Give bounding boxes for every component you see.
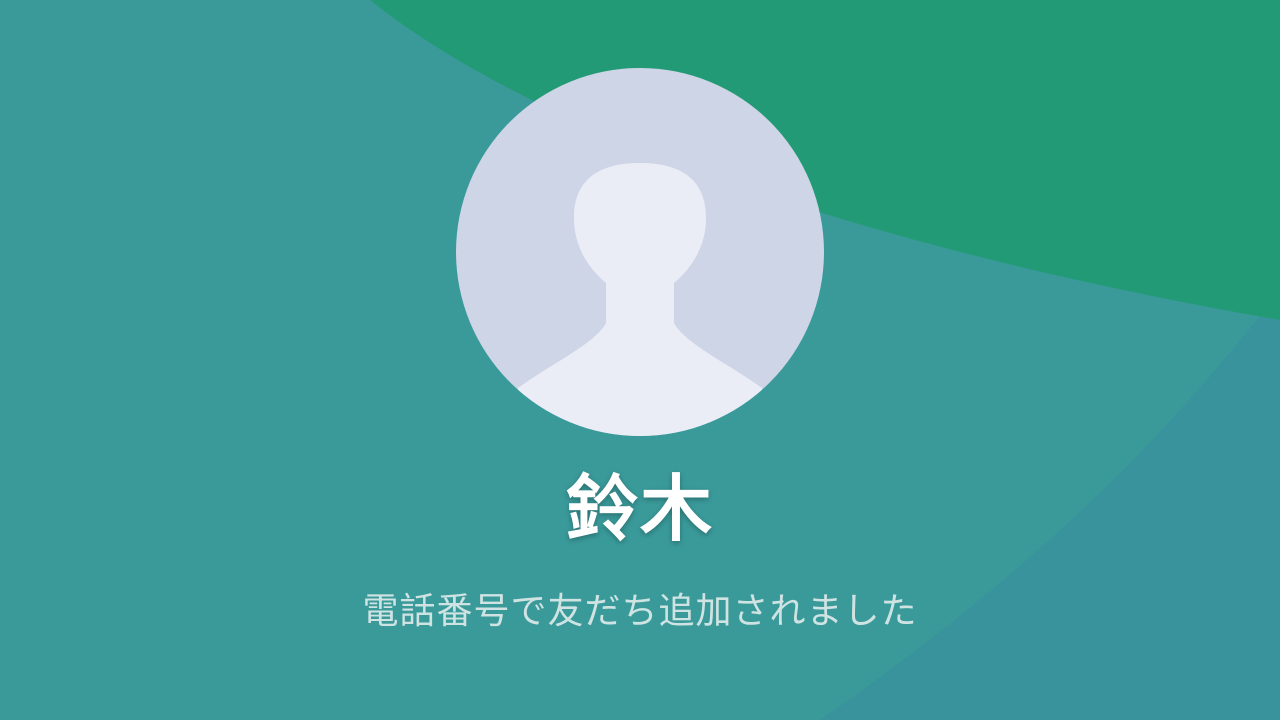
default-person-icon (456, 68, 824, 436)
contact-name: 鈴木 (565, 467, 714, 551)
avatar[interactable] (456, 68, 824, 436)
profile-screen: 鈴木 電話番号で友だち追加されました (0, 0, 1280, 720)
friend-added-message: 電話番号で友だち追加されました (362, 591, 918, 632)
